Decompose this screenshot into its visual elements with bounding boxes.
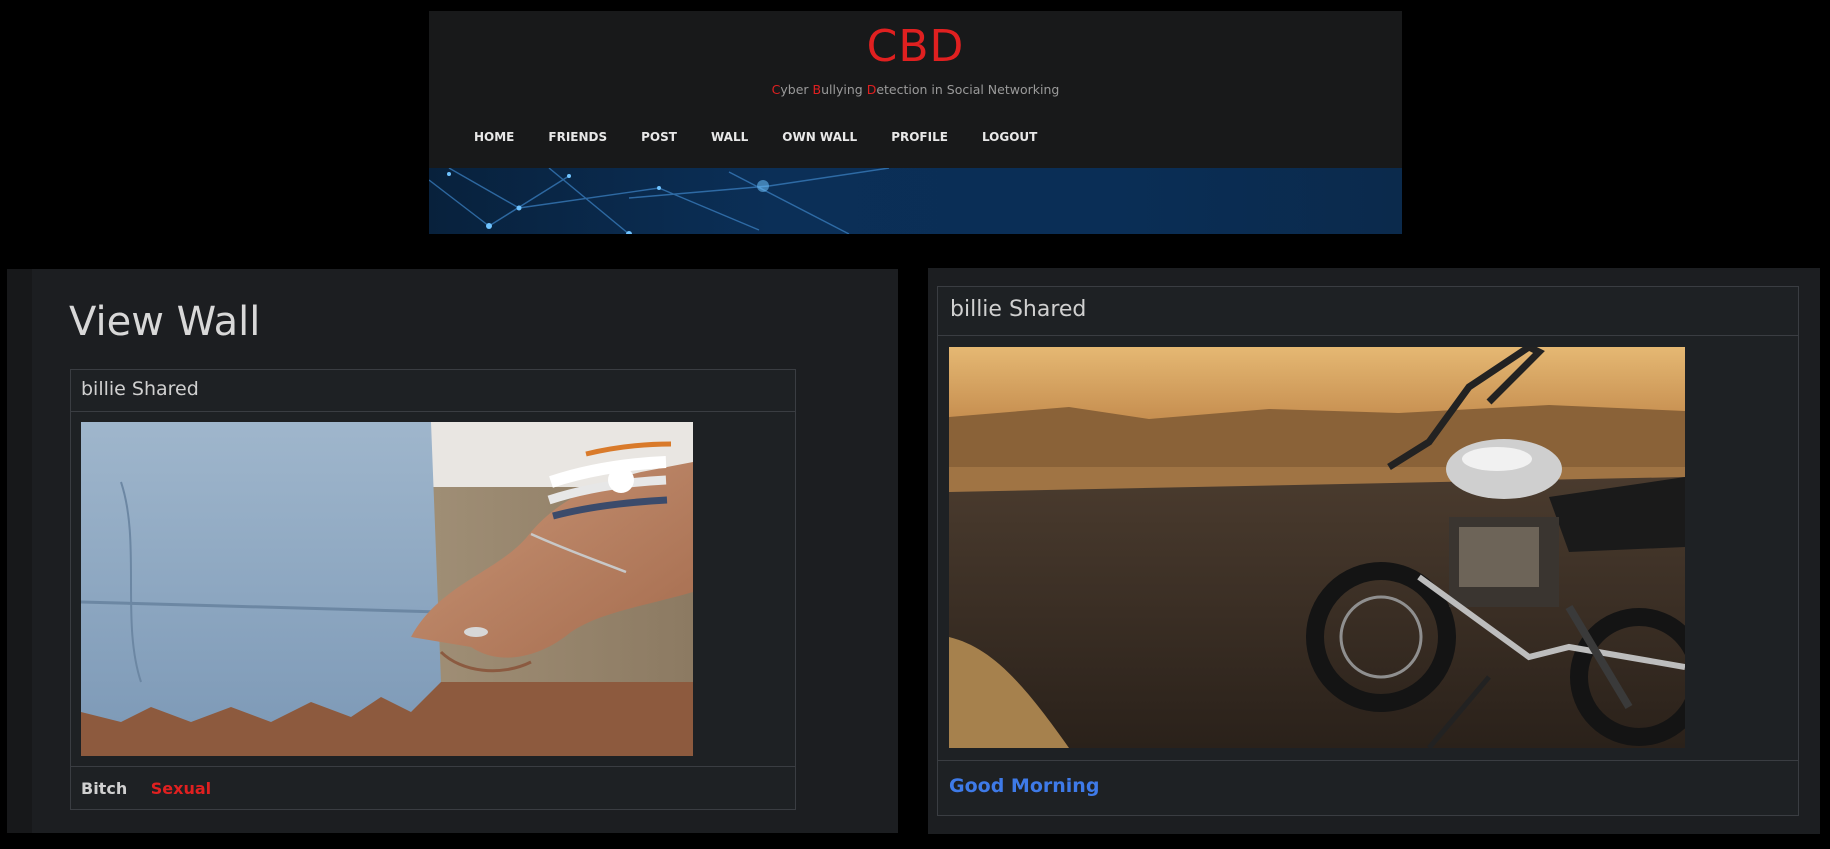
post-photo[interactable] bbox=[949, 347, 1685, 748]
nav-own-wall[interactable]: OWN WALL bbox=[782, 130, 857, 144]
post-card: billie Shared bbox=[70, 369, 796, 810]
site-title[interactable]: CBD bbox=[429, 21, 1402, 73]
nav-profile[interactable]: PROFILE bbox=[891, 130, 948, 144]
denim-shorts-photo bbox=[81, 422, 693, 756]
subtitle-text: yber bbox=[780, 82, 813, 97]
subtitle-text: ullying bbox=[821, 82, 867, 97]
page-title: View Wall bbox=[69, 299, 261, 345]
wall-panel-left: View Wall billie Shared Bitch Sexual bbox=[7, 269, 898, 833]
nav-friends[interactable]: FRIENDS bbox=[548, 130, 607, 144]
site-header: CBD Cyber Bullying Detection in Social N… bbox=[429, 11, 1402, 234]
post-header: billie Shared bbox=[71, 370, 795, 412]
subtitle-text: etection in Social Networking bbox=[876, 82, 1060, 97]
subtitle-initial-b: B bbox=[812, 82, 822, 97]
nav-home[interactable]: HOME bbox=[474, 130, 514, 144]
nav-logout[interactable]: LOGOUT bbox=[982, 130, 1037, 144]
post-card: billie Shared bbox=[937, 286, 1799, 816]
motorcycle-photo bbox=[949, 347, 1685, 748]
post-photo[interactable] bbox=[81, 422, 693, 756]
nav-wall[interactable]: WALL bbox=[711, 130, 748, 144]
network-banner bbox=[429, 168, 1402, 234]
panel-side-strip bbox=[7, 269, 32, 833]
post-caption: Bitch bbox=[81, 779, 128, 798]
network-banner-graphic bbox=[429, 168, 890, 234]
site-subtitle: Cyber Bullying Detection in Social Netwo… bbox=[429, 82, 1402, 97]
post-footer: Good Morning bbox=[938, 760, 1798, 816]
nav-post[interactable]: POST bbox=[641, 130, 677, 144]
subtitle-initial-d: D bbox=[866, 82, 877, 97]
post-caption: Good Morning bbox=[949, 775, 1100, 797]
post-footer: Bitch Sexual bbox=[71, 766, 795, 810]
main-nav: HOME FRIENDS POST WALL OWN WALL PROFILE … bbox=[474, 130, 1071, 144]
wall-panel-right: billie Shared Good Morning bbox=[928, 268, 1820, 834]
bullying-category-label: Sexual bbox=[150, 779, 212, 798]
post-header: billie Shared bbox=[938, 287, 1798, 336]
